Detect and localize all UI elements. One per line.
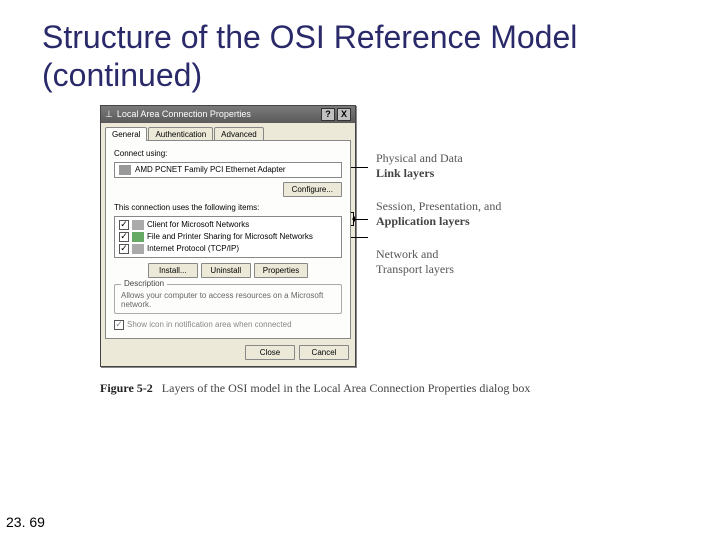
checkbox-icon[interactable]: ✓ [114,320,124,330]
adapter-name: AMD PCNET Family PCI Ethernet Adapter [135,165,286,174]
callout-session-presentation-application: Session, Presentation, and Application l… [376,199,501,229]
list-item[interactable]: ✓ Internet Protocol (TCP/IP) [117,243,339,255]
tab-strip: General Authentication Advanced [101,123,355,141]
figure-caption-text: Layers of the OSI model in the Local Are… [162,381,531,395]
list-item-label: Internet Protocol (TCP/IP) [147,244,239,253]
tab-authentication[interactable]: Authentication [148,127,213,141]
service-icon [132,232,144,242]
nic-icon [119,165,131,175]
configure-button[interactable]: Configure... [283,182,342,197]
properties-dialog: ⊥ Local Area Connection Properties ? X G… [100,105,356,367]
callout-text-bold: Link layers [376,166,434,180]
adapter-field[interactable]: AMD PCNET Family PCI Ethernet Adapter [114,162,342,178]
description-group: Description Allows your computer to acce… [114,284,342,314]
tab-advanced[interactable]: Advanced [214,127,264,141]
dialog-title: Local Area Connection Properties [117,109,251,119]
close-dialog-button[interactable]: Close [245,345,295,360]
connect-using-label: Connect using: [114,149,342,158]
figure-container: ⊥ Local Area Connection Properties ? X G… [100,105,620,396]
callout-text: Physical and Data [376,151,463,165]
list-item[interactable]: ✓ File and Printer Sharing for Microsoft… [117,231,339,243]
show-icon-row[interactable]: ✓ Show icon in notification area when co… [114,320,342,330]
dialog-titlebar[interactable]: ⊥ Local Area Connection Properties ? X [101,106,355,123]
page-number: 23. 69 [6,514,45,530]
items-listbox[interactable]: ✓ Client for Microsoft Networks ✓ File a… [114,216,342,258]
list-item[interactable]: ✓ Client for Microsoft Networks [117,219,339,231]
arrow-icon [354,219,368,220]
callout-physical-datalink: Physical and Data Link layers [376,151,463,181]
callout-text: Network and [376,247,438,261]
show-icon-label: Show icon in notification area when conn… [127,320,292,329]
install-button[interactable]: Install... [148,263,198,278]
callout-text: Session, Presentation, and [376,199,501,213]
figure-number: Figure 5-2 [100,381,153,395]
network-icon: ⊥ [105,109,113,120]
slide-title: Structure of the OSI Reference Model (co… [0,0,720,105]
checkbox-icon[interactable]: ✓ [119,220,129,230]
callout-text-bold: Application layers [376,214,470,228]
uninstall-button[interactable]: Uninstall [201,263,251,278]
dialog-footer: Close Cancel [101,339,355,366]
list-item-label: Client for Microsoft Networks [147,220,249,229]
cancel-button[interactable]: Cancel [299,345,349,360]
description-legend: Description [121,279,167,288]
tab-general[interactable]: General [105,127,147,141]
close-button[interactable]: X [337,108,351,121]
help-button[interactable]: ? [321,108,335,121]
list-item-label: File and Printer Sharing for Microsoft N… [147,232,313,241]
client-icon [132,220,144,230]
checkbox-icon[interactable]: ✓ [119,232,129,242]
protocol-icon [132,244,144,254]
tab-panel-general: Connect using: AMD PCNET Family PCI Ethe… [105,140,351,339]
callout-text: Transport layers [376,262,454,276]
description-text: Allows your computer to access resources… [121,291,335,309]
figure-caption: Figure 5-2 Layers of the OSI model in th… [100,381,620,396]
callout-network-transport: Network and Transport layers [376,247,454,277]
items-label: This connection uses the following items… [114,203,342,212]
properties-button[interactable]: Properties [254,263,308,278]
checkbox-icon[interactable]: ✓ [119,244,129,254]
